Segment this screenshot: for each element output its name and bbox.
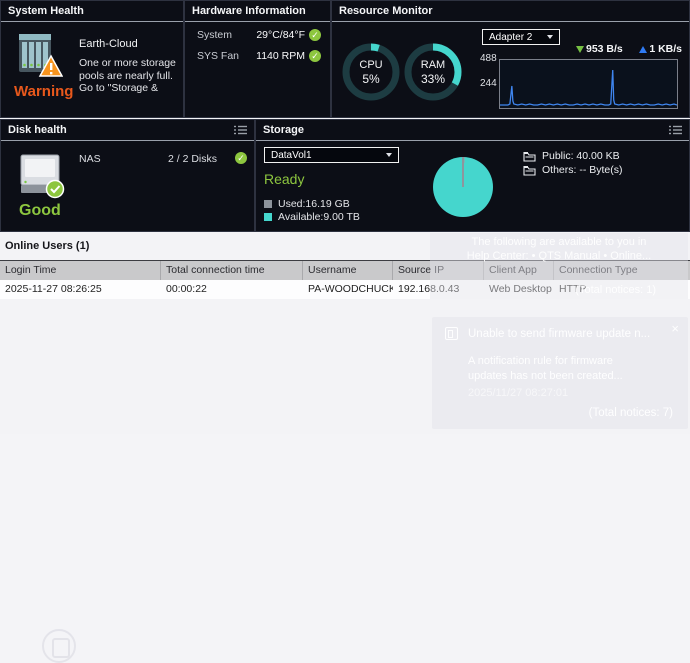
health-status-badge: Warning bbox=[14, 83, 73, 100]
help-toast-line1: The following are available to you in bbox=[430, 236, 688, 250]
system-health-title: System Health bbox=[8, 1, 84, 21]
download-speed: 953 B/s bbox=[576, 43, 623, 55]
hardware-info-title: Hardware Information bbox=[192, 1, 306, 21]
resource-monitor-header: Resource Monitor bbox=[332, 1, 689, 22]
help-toast-line2: Help Center: • QTS Manual • Online... bbox=[430, 250, 688, 264]
graph-ytick-244: 244 bbox=[480, 78, 496, 89]
resource-monitor-title: Resource Monitor bbox=[339, 1, 433, 21]
download-arrow-icon bbox=[576, 46, 584, 53]
volume-status: Ready bbox=[264, 171, 304, 187]
hardware-row-system: System 29°C/84°F ✓ bbox=[197, 29, 321, 41]
upload-speed: 1 KB/s bbox=[639, 43, 682, 55]
firmware-notice-toast[interactable]: × Unable to send firmware update n... A … bbox=[432, 317, 688, 429]
system-health-panel: System Health Earth-Cloud One or more st… bbox=[0, 0, 184, 118]
network-traffic-line bbox=[500, 70, 677, 105]
cpu-label: CPU bbox=[359, 59, 382, 71]
share-public: Public: 40.00 KB bbox=[523, 150, 620, 162]
help-center-toast[interactable]: The following are available to you in He… bbox=[430, 233, 688, 299]
available-legend: Available:9.00 TB bbox=[264, 211, 360, 223]
upload-arrow-icon bbox=[639, 46, 647, 53]
disk-group-name: NAS bbox=[79, 153, 101, 165]
nas-device-icon bbox=[13, 30, 63, 80]
network-traffic-graph bbox=[499, 59, 678, 109]
volume-select-value: DataVol1 bbox=[271, 150, 312, 161]
ram-usage-donut: RAM 33% bbox=[404, 43, 462, 101]
hardware-info-header: Hardware Information bbox=[185, 1, 330, 22]
system-health-header: System Health bbox=[1, 1, 183, 22]
storage-header: Storage bbox=[256, 120, 689, 141]
disk-status-badge: Good bbox=[19, 202, 61, 220]
hardware-row-fan: SYS Fan 1140 RPM ✓ bbox=[197, 50, 321, 62]
ok-check-icon: ✓ bbox=[309, 29, 321, 41]
help-toast-total: (Total notices: 1) bbox=[575, 284, 656, 298]
disk-ok-check-icon: ✓ bbox=[235, 152, 247, 164]
list-view-icon[interactable] bbox=[669, 125, 682, 135]
health-message-line2: pools are nearly full. bbox=[79, 70, 179, 83]
disk-health-header: Disk health bbox=[1, 120, 254, 141]
hardware-label: System bbox=[197, 29, 248, 41]
online-users-title: Online Users (1) bbox=[5, 240, 89, 252]
column-header-login-time[interactable]: Login Time bbox=[0, 261, 161, 280]
qnap-watermark-logo bbox=[42, 629, 76, 663]
cell-connection-time: 00:00:22 bbox=[161, 280, 303, 299]
firmware-toast-title: Unable to send firmware update n... bbox=[468, 328, 673, 340]
hardware-value: 1140 RPM bbox=[248, 50, 305, 62]
column-header-username[interactable]: Username bbox=[303, 261, 393, 280]
resource-monitor-panel: Resource Monitor CPU 5% RAM 33% Adapter … bbox=[331, 0, 690, 118]
hardware-value: 29°C/84°F bbox=[248, 29, 305, 41]
storage-usage-pie bbox=[433, 157, 493, 217]
column-header-connection-time[interactable]: Total connection time bbox=[161, 261, 303, 280]
cell-username: PA-WOODCHUCK bbox=[303, 280, 393, 299]
chevron-down-icon bbox=[386, 153, 392, 157]
ok-check-icon: ✓ bbox=[309, 50, 321, 62]
cell-login-time: 2025-11-27 08:26:25 bbox=[0, 280, 161, 299]
device-name: Earth-Cloud bbox=[79, 38, 179, 50]
used-legend: Used:16.19 GB bbox=[264, 198, 350, 210]
graph-ytick-488: 488 bbox=[480, 53, 496, 64]
ram-percent: 33% bbox=[421, 72, 445, 86]
available-swatch bbox=[264, 213, 272, 221]
adapter-select[interactable]: Adapter 2 bbox=[482, 29, 560, 45]
hardware-info-panel: Hardware Information System 29°C/84°F ✓ … bbox=[184, 0, 331, 118]
pie-used-slice bbox=[462, 157, 464, 187]
cpu-usage-donut: CPU 5% bbox=[342, 43, 400, 101]
folder-icon bbox=[523, 165, 536, 176]
disk-count: 2 / 2 Disks bbox=[168, 153, 217, 165]
volume-select[interactable]: DataVol1 bbox=[264, 147, 399, 163]
storage-panel: Storage DataVol1 Ready Used:16.19 GB Ava… bbox=[255, 119, 690, 232]
folder-icon bbox=[523, 151, 536, 162]
used-swatch bbox=[264, 200, 272, 208]
disk-health-title: Disk health bbox=[8, 120, 67, 140]
firmware-toast-body: A notification rule for firmware updates… bbox=[468, 354, 668, 384]
chevron-down-icon bbox=[547, 35, 553, 39]
firmware-toast-timestamp: 2025/11/27 08:27:01 bbox=[468, 387, 568, 399]
firmware-toast-total: (Total notices: 7) bbox=[589, 407, 673, 419]
health-message-line3: Go to "Storage & bbox=[79, 82, 179, 95]
good-check-icon bbox=[47, 181, 64, 198]
list-view-icon[interactable] bbox=[234, 125, 247, 135]
disk-health-panel: Disk health NAS 2 / 2 Disks ✓ Good bbox=[0, 119, 255, 232]
notification-icon bbox=[445, 327, 458, 340]
storage-title: Storage bbox=[263, 120, 304, 140]
disk-drive-icon bbox=[17, 149, 65, 199]
share-others: Others: -- Byte(s) bbox=[523, 164, 623, 176]
cpu-percent: 5% bbox=[362, 72, 379, 86]
hardware-label: SYS Fan bbox=[197, 50, 248, 62]
adapter-select-value: Adapter 2 bbox=[489, 32, 532, 43]
ram-label: RAM bbox=[421, 59, 445, 71]
health-message-line1: One or more storage bbox=[79, 57, 179, 70]
